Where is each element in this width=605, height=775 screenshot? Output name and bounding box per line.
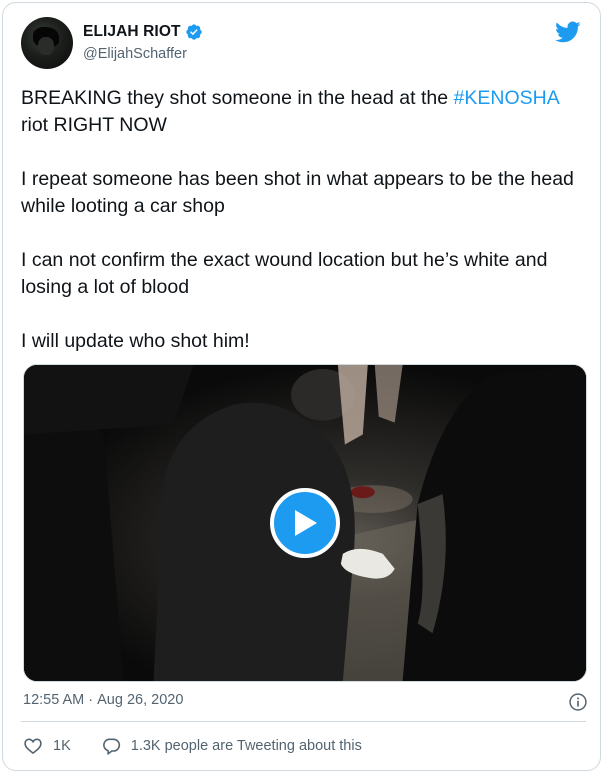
- play-icon: [295, 510, 317, 536]
- conversation-link[interactable]: 1.3K people are Tweeting about this: [101, 736, 362, 756]
- video-player[interactable]: [23, 364, 587, 682]
- tweet-header: ELIJAH RIOT @ElijahSchaffer: [21, 17, 581, 69]
- divider: [21, 721, 586, 722]
- tweet-paragraph-1: BREAKING they shot someone in the head a…: [21, 85, 591, 139]
- info-icon[interactable]: [568, 692, 588, 712]
- play-button[interactable]: [270, 488, 340, 558]
- tweet-paragraph-3: I can not confirm the exact wound locati…: [21, 249, 548, 298]
- hashtag-link[interactable]: #KENOSHA: [454, 87, 559, 109]
- author-name-row[interactable]: ELIJAH RIOT: [83, 23, 203, 41]
- avatar-face: [38, 37, 54, 55]
- twitter-bird-icon[interactable]: [555, 19, 581, 45]
- like-button[interactable]: 1K: [23, 736, 71, 756]
- verified-badge-icon: [185, 24, 202, 40]
- tweet-actions: 1K 1.3K people are Tweeting about this: [23, 735, 392, 757]
- tweet-text-tail: riot RIGHT NOW: [21, 114, 167, 136]
- tweet-text-lead: BREAKING they shot someone in the head a…: [21, 87, 454, 109]
- like-count: 1K: [53, 738, 71, 754]
- tweet-card: ELIJAH RIOT @ElijahSchaffer BREAKING the…: [2, 2, 601, 771]
- tweet-body: BREAKING they shot someone in the head a…: [21, 85, 591, 382]
- heart-icon: [24, 738, 42, 755]
- speech-bubble-icon: [102, 738, 120, 755]
- tweet-paragraph-2: I repeat someone has been shot in what a…: [21, 168, 574, 217]
- author-handle[interactable]: @ElijahSchaffer: [83, 46, 187, 62]
- tweet-timestamp: 12:55 AM · Aug 26, 2020: [23, 692, 588, 714]
- conversation-text: 1.3K people are Tweeting about this: [130, 738, 362, 754]
- tweet-date[interactable]: Aug 26, 2020: [97, 692, 183, 708]
- tweet-time[interactable]: 12:55 AM: [23, 692, 84, 708]
- timestamp-separator: ·: [88, 692, 94, 708]
- author-display-name[interactable]: ELIJAH RIOT: [83, 23, 181, 41]
- avatar[interactable]: [21, 17, 73, 69]
- tweet-paragraph-4: I will update who shot him!: [21, 330, 250, 352]
